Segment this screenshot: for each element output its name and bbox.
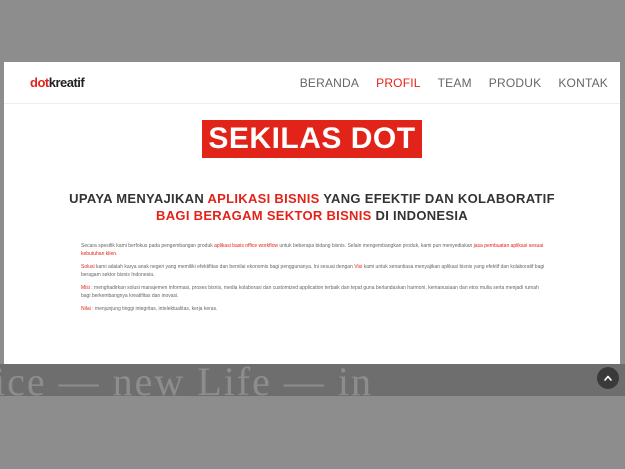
paragraph-solusi: Solusi kami adalah karya anak negeri yan… — [81, 264, 545, 278]
headline-line-1: UPAYA MENYAJIKAN APLIKASI BISNIS YANG EF… — [69, 191, 555, 206]
paragraph-misi: Misi : menghadirkan solusi manajemen inf… — [81, 285, 539, 299]
page-title: SEKILAS DOT — [202, 120, 422, 158]
nav-team[interactable]: TEAM — [438, 76, 472, 90]
dotkreatif-logo[interactable]: dotkreatif — [30, 75, 85, 90]
headline-line-2: BAGI BERAGAM SEKTOR BISNIS DI INDONESIA — [156, 208, 468, 223]
profile-description: Secara spesifik kami berfokus pada penge… — [4, 242, 620, 313]
nav-produk[interactable]: PRODUK — [489, 76, 542, 90]
navbar: dotkreatif BERANDA PROFIL TEAM PRODUK KO… — [4, 62, 620, 104]
headline: UPAYA MENYAJIKAN APLIKASI BISNIS YANG EF… — [4, 190, 620, 224]
title-wrap: SEKILAS DOT — [4, 120, 620, 158]
chevron-up-icon — [604, 375, 612, 381]
paragraph-focus: Secara spesifik kami berfokus pada penge… — [81, 243, 544, 257]
background-overlay-strip: ice — new Life — in — [0, 364, 625, 396]
scroll-to-top-button[interactable] — [597, 367, 619, 389]
paragraph-nilai: Nilai : menjunjung tinggi integritas, in… — [81, 306, 218, 312]
website-page: dotkreatif BERANDA PROFIL TEAM PRODUK KO… — [4, 62, 620, 364]
nav-kontak[interactable]: KONTAK — [558, 76, 608, 90]
nav-beranda[interactable]: BERANDA — [300, 76, 359, 90]
overlay-ghost-text: ice — new Life — in — [0, 364, 373, 396]
nav-profil[interactable]: PROFIL — [376, 76, 421, 90]
main-nav: BERANDA PROFIL TEAM PRODUK KONTAK — [300, 76, 608, 90]
